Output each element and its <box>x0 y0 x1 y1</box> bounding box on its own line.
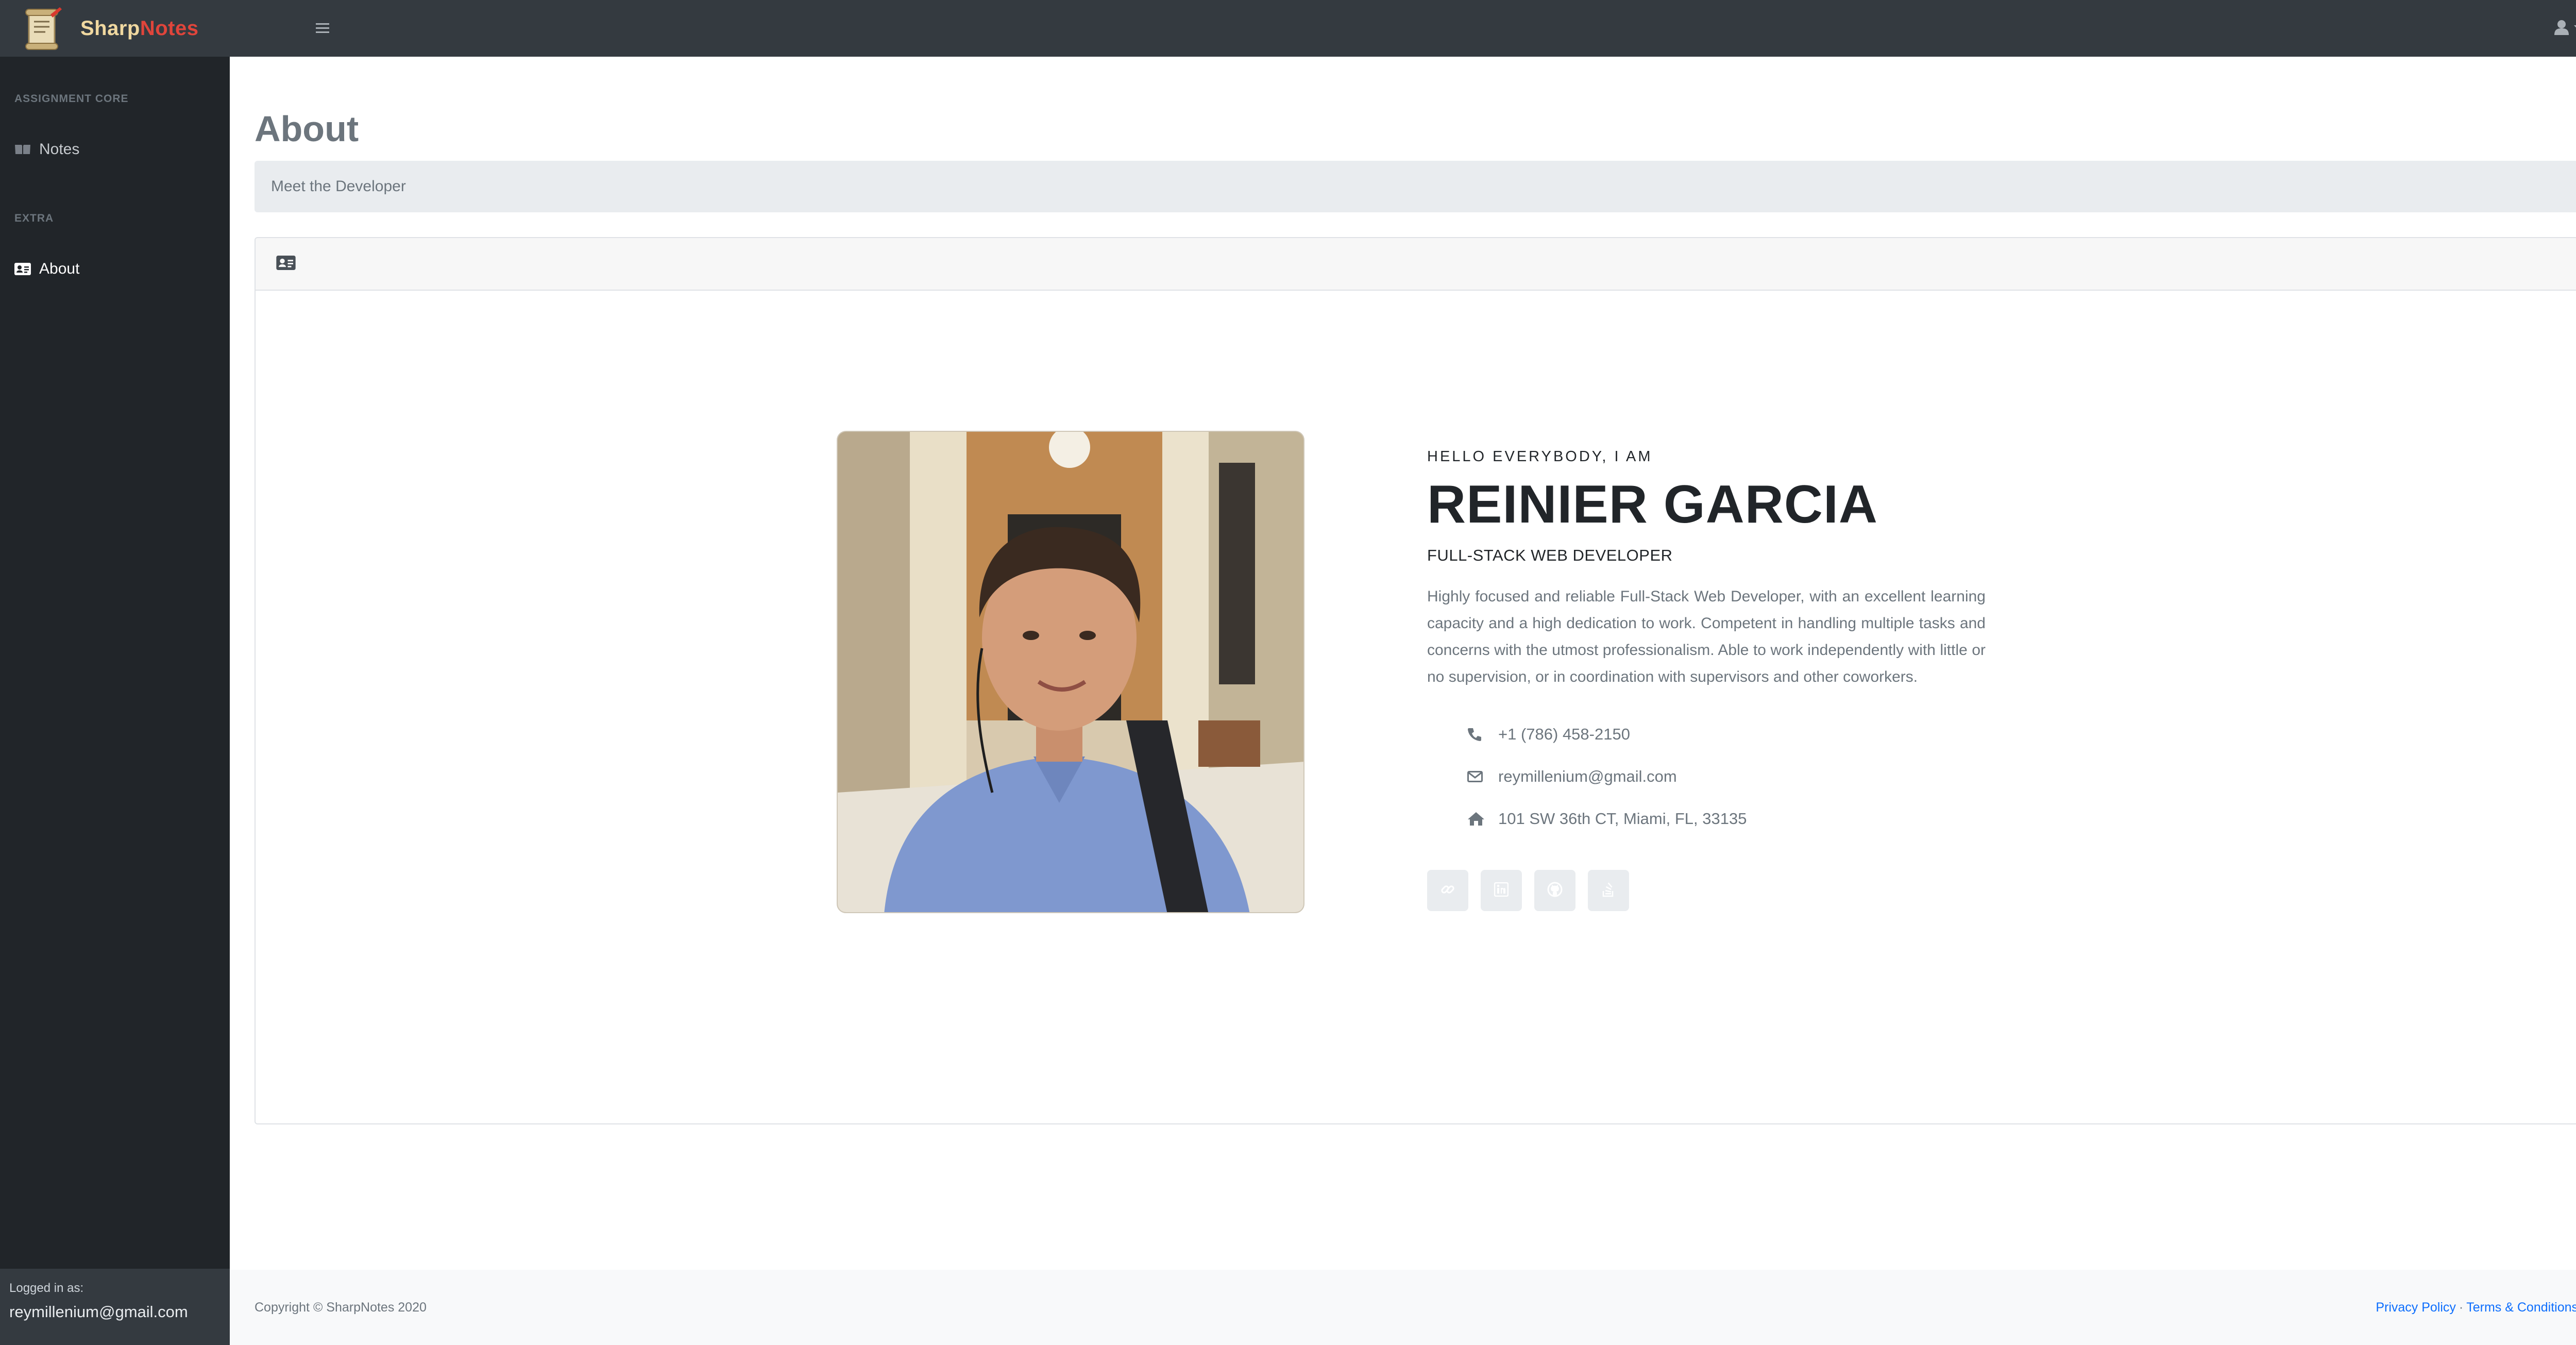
github-icon <box>1547 882 1563 900</box>
logged-in-user: reymillenium@gmail.com <box>9 1303 188 1321</box>
about-card: HELLO EVERYBODY, I AM REINIER GARCIA FUL… <box>255 237 2576 1124</box>
sidebar: ASSIGNMENT CORE Notes EXTRA About Logged… <box>0 57 230 1345</box>
phone-icon <box>1467 727 1498 742</box>
linkedin-button[interactable] <box>1481 870 1522 912</box>
footer-links: Privacy Policy · Terms & Conditions <box>2376 1300 2576 1315</box>
contact-email: reymillenium@gmail.com <box>1467 755 1986 798</box>
sidebar-item-label: Notes <box>39 141 80 158</box>
user-icon <box>2554 20 2569 38</box>
stackoverflow-icon <box>1601 882 1616 900</box>
breadcrumb-item: Meet the Developer <box>271 178 406 195</box>
website-link-button[interactable] <box>1427 870 1468 912</box>
sidebar-section-assignment-core: ASSIGNMENT CORE <box>14 93 129 105</box>
logged-in-label: Logged in as: <box>9 1281 84 1295</box>
contact-phone: +1 (786) 458-2150 <box>1467 713 1986 755</box>
developer-profile: HELLO EVERYBODY, I AM REINIER GARCIA FUL… <box>1427 448 1986 912</box>
phone-number: +1 (786) 458-2150 <box>1498 725 1630 744</box>
brand-name: SharpNotes <box>80 17 199 40</box>
terms-conditions-link[interactable]: Terms & Conditions <box>2466 1300 2576 1315</box>
brand-part-sharp: Sharp <box>80 16 140 40</box>
developer-name: REINIER GARCIA <box>1427 475 1878 534</box>
developer-photo <box>837 431 1304 913</box>
contact-address: 101 SW 36th CT, Miami, FL, 33135 <box>1467 798 1986 840</box>
user-menu-button[interactable] <box>2554 0 2576 57</box>
social-links <box>1427 870 1986 912</box>
hamburger-icon <box>316 23 329 33</box>
id-card-icon <box>14 263 31 275</box>
sidebar-section-extra: EXTRA <box>14 212 54 224</box>
envelope-icon <box>1467 771 1498 783</box>
sidebar-toggle-button[interactable] <box>297 0 348 57</box>
privacy-policy-link[interactable]: Privacy Policy <box>2376 1300 2456 1315</box>
brand-link[interactable]: SharpNotes <box>0 0 230 57</box>
copyright-text: Copyright © SharpNotes 2020 <box>255 1300 427 1315</box>
book-icon <box>14 144 31 155</box>
page-footer: Copyright © SharpNotes 2020 Privacy Poli… <box>230 1270 2576 1345</box>
footer-separator: · <box>2459 1300 2464 1315</box>
street-address: 101 SW 36th CT, Miami, FL, 33135 <box>1498 810 1747 828</box>
stackoverflow-button[interactable] <box>1588 870 1629 912</box>
page-title: About <box>255 109 359 149</box>
main-content: About Meet the Developer HELLO EVERYBODY… <box>230 57 2576 1270</box>
home-icon <box>1467 812 1498 826</box>
github-button[interactable] <box>1534 870 1575 912</box>
sidebar-footer: Logged in as: reymillenium@gmail.com <box>0 1269 230 1345</box>
sidebar-item-notes[interactable]: Notes <box>0 131 230 167</box>
card-header <box>256 238 2576 291</box>
greeting-text: HELLO EVERYBODY, I AM <box>1427 448 1653 465</box>
scroll-logo-icon <box>20 5 66 52</box>
link-icon <box>1440 882 1455 900</box>
contact-list: +1 (786) 458-2150 reymillenium@gmail.com <box>1427 713 1986 840</box>
brand-part-notes: Notes <box>140 16 199 40</box>
developer-description: Highly focused and reliable Full-Stack W… <box>1427 588 1986 686</box>
email-address: reymillenium@gmail.com <box>1498 767 1677 786</box>
breadcrumb: Meet the Developer <box>255 161 2576 212</box>
linkedin-icon <box>1494 882 1509 899</box>
sidebar-item-about[interactable]: About <box>0 251 230 287</box>
top-navbar: SharpNotes <box>0 0 2576 57</box>
sidebar-item-label: About <box>39 260 80 277</box>
caret-down-icon <box>2574 24 2576 33</box>
id-card-icon <box>276 255 296 273</box>
developer-role: FULL-STACK WEB DEVELOPER <box>1427 546 1673 565</box>
